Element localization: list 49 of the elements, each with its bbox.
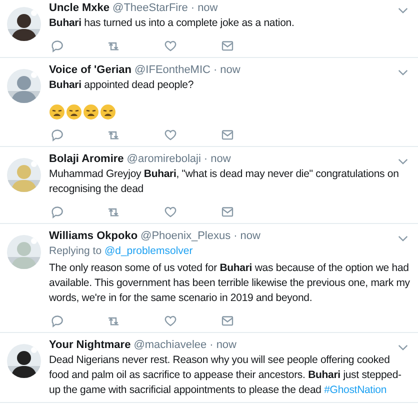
hashtag-link[interactable]: #GhostNation xyxy=(324,384,387,396)
separator-dot: · xyxy=(204,152,208,167)
weary-face-icon xyxy=(49,104,65,120)
user-name[interactable]: Williams Okpoko xyxy=(49,229,138,244)
tweet-text: The only reason some of us voted for Buhari was because of the option we had available. This government has been terrible likewise the previous one, mark my words, we're in for the same scenario in 2019 and beyond. xyxy=(49,261,411,306)
timestamp[interactable]: now xyxy=(198,1,218,16)
envelope-icon[interactable] xyxy=(220,38,235,53)
envelope-icon[interactable] xyxy=(220,127,235,142)
mention-link[interactable]: @d_problemsolver xyxy=(104,245,193,257)
reply-context: Replying to @d_problemsolver xyxy=(49,244,194,259)
tweet-text: Buhari appointed dead people? xyxy=(49,78,195,93)
reply-icon[interactable] xyxy=(49,204,64,219)
user-handle[interactable]: @IFEontheMIC xyxy=(134,63,210,78)
tweet-text: Buhari has turned us into a complete joke as a nation. xyxy=(49,16,296,31)
user-handle[interactable]: @machiavelee xyxy=(134,338,207,353)
weary-face-icon xyxy=(100,104,116,120)
timestamp[interactable]: now xyxy=(210,152,231,167)
user-name[interactable]: Uncle Mxke xyxy=(49,1,110,16)
caret-icon[interactable] xyxy=(398,7,408,14)
timestamp[interactable]: now xyxy=(216,338,236,353)
separator-dot: · xyxy=(190,1,195,16)
heart-icon[interactable] xyxy=(163,38,178,53)
reply-icon[interactable] xyxy=(49,127,64,142)
reply-icon[interactable] xyxy=(49,38,64,53)
tweet-text: Dead Nigerians never rest. Reason why you will see people offering cooked food and palm oil as sacrifice to appease their ancestors. Buhari just stepped-up the game with sacrificial appointments to please the dead #GhostNation xyxy=(49,353,402,398)
envelope-icon[interactable] xyxy=(220,204,235,219)
user-handle[interactable]: @Phoenix_Plexus xyxy=(140,229,231,244)
user-name[interactable]: Your Nightmare xyxy=(49,338,131,353)
user-handle[interactable]: @TheeStarFire xyxy=(112,1,188,16)
caret-icon[interactable] xyxy=(398,158,408,165)
user-name[interactable]: Bolaji Aromire xyxy=(49,152,124,167)
separator-dot: · xyxy=(210,338,214,353)
tweet-text: Muhammad Greyjoy Buhari, "what is dead may never die" congratulations on recognising the dead xyxy=(49,167,400,197)
caret-icon[interactable] xyxy=(398,344,408,351)
reply-icon[interactable] xyxy=(49,313,64,328)
heart-icon[interactable] xyxy=(163,313,178,328)
weary-face-icon xyxy=(83,104,99,120)
heart-icon[interactable] xyxy=(163,127,178,142)
weary-face-icon xyxy=(66,104,82,120)
envelope-icon[interactable] xyxy=(220,313,235,328)
separator-dot: · xyxy=(234,229,238,244)
heart-icon[interactable] xyxy=(163,204,178,219)
caret-icon[interactable] xyxy=(398,69,408,76)
timestamp[interactable]: now xyxy=(220,63,240,78)
timestamp[interactable]: now xyxy=(240,229,260,244)
user-name[interactable]: Voice of 'Gerian xyxy=(49,63,132,78)
user-handle[interactable]: @aromirebolaji xyxy=(126,152,201,167)
caret-icon[interactable] xyxy=(398,235,408,242)
separator-dot: · xyxy=(213,63,218,78)
